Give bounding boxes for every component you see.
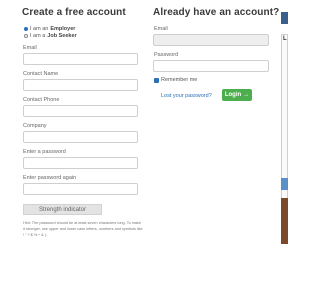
login-email-label: Email — [154, 26, 168, 32]
register-email-input[interactable] — [23, 53, 138, 65]
employer-radio[interactable] — [24, 27, 28, 31]
contact-phone-label: Contact Phone — [23, 97, 60, 103]
password-again-input[interactable] — [23, 183, 138, 195]
password-label: Enter a password — [23, 149, 66, 155]
lost-password-link[interactable]: Lost your password? — [161, 93, 212, 99]
job-seeker-radio[interactable] — [24, 34, 28, 38]
contact-name-input[interactable] — [23, 79, 138, 91]
side-panel-edge: L — [281, 12, 288, 244]
remember-label: Remember me — [161, 77, 198, 83]
email-label: Email — [23, 45, 37, 51]
login-email-input[interactable] — [153, 34, 269, 46]
side-panel-header — [281, 12, 288, 24]
job-seeker-option[interactable]: I am a Job Seeker — [24, 33, 77, 39]
remember-checkbox[interactable] — [154, 77, 159, 83]
login-password-label: Password — [154, 52, 179, 58]
hint-line-3: ! " ? $ % ^ & ). — [23, 233, 48, 237]
contact-phone-input[interactable] — [23, 105, 138, 117]
password-again-label: Enter password again — [23, 175, 77, 181]
company-label: Company — [23, 123, 47, 129]
side-panel-letter: L — [283, 36, 287, 42]
arrow-right-icon: → — [243, 92, 250, 98]
job-seeker-option-prefix: I am a — [30, 33, 46, 39]
employer-option-prefix: I am an — [30, 26, 49, 32]
job-seeker-option-bold: Job Seeker — [47, 33, 77, 39]
employer-option-bold: Employer — [50, 26, 76, 32]
employer-option[interactable]: I am an Employer — [24, 26, 75, 32]
create-account-title: Create a free account — [22, 7, 126, 18]
side-panel-image — [281, 198, 288, 244]
password-input[interactable] — [23, 157, 138, 169]
login-button[interactable]: Login → — [222, 89, 252, 101]
contact-name-label: Contact Name — [23, 71, 59, 77]
company-input[interactable] — [23, 131, 138, 143]
strength-indicator: Strength indicator — [23, 204, 102, 215]
login-title: Already have an account? — [153, 7, 280, 18]
login-button-label: Login — [224, 92, 242, 98]
password-hint: Hint: The password should be at least se… — [23, 220, 148, 238]
side-panel-blue-bar — [281, 178, 288, 190]
login-password-input[interactable] — [153, 60, 269, 72]
remember-me[interactable]: Remember me — [154, 77, 197, 83]
